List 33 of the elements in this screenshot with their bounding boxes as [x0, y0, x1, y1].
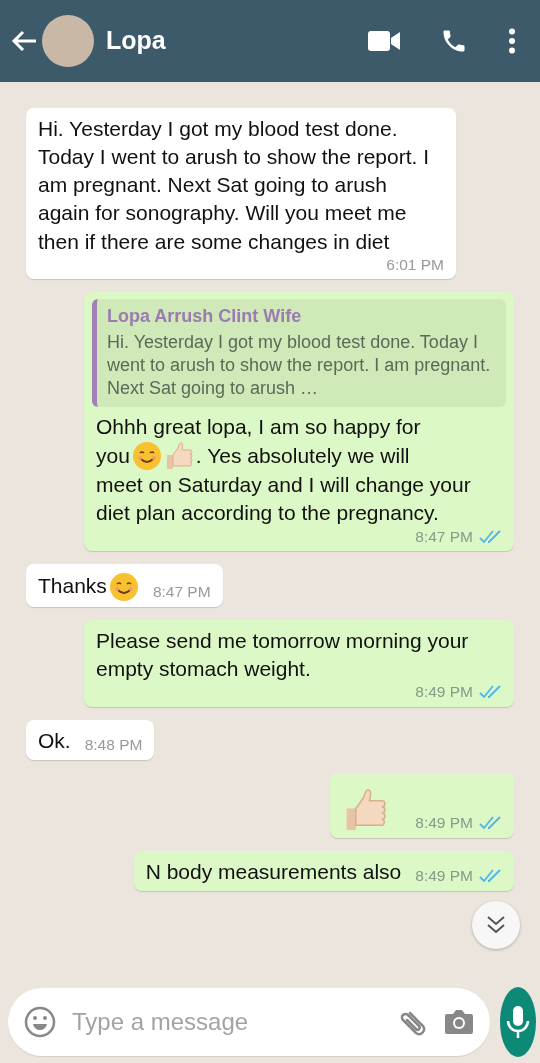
quoted-text: Hi. Yesterday I got my blood test done. Today I went to arush to show the report. I am pregnant. Next Sat going to arush …	[107, 331, 491, 399]
message-text: meet on Saturday and I will change your diet plan according to the pregnancy.	[96, 472, 472, 527]
message-input-field[interactable]: Type a message	[70, 1003, 384, 1041]
camera-icon[interactable]	[444, 1008, 474, 1036]
quoted-message[interactable]: Lopa Arrush Clint Wife Hi. Yesterday I got my blood test done. Today I went to arush to show the report. I am pregnant. Next Sat going to arush …	[92, 299, 506, 407]
contact-name[interactable]: Lopa	[106, 22, 166, 60]
message-text: you	[96, 443, 130, 470]
message-text: Thanks	[38, 573, 107, 600]
message-text: . Yes absolutely we will	[195, 443, 410, 470]
message-time: 8:48 PM	[84, 736, 143, 755]
message-time: 8:49 PM	[415, 814, 473, 833]
emoji-icon[interactable]	[24, 1006, 56, 1038]
message-text: Ok.	[38, 727, 71, 754]
message-text: Ohhh great lopa, I am so happy for	[96, 413, 421, 440]
message-time: 8:49 PM	[415, 682, 473, 702]
chevron-down-icon	[485, 914, 507, 936]
avatar-photo-placeholder[interactable]	[42, 15, 94, 67]
message-text: Hi. Yesterday I got my blood test done. Today I went to arush to show the report. I am pregnant. Next Sat going to arush again for sonography. Will you meet me then if there are some changes in diet	[38, 116, 431, 255]
back-arrow-icon[interactable]	[10, 29, 38, 53]
microphone-icon	[506, 1005, 530, 1039]
message-input-field[interactable]: Type a message	[8, 988, 490, 1056]
message-time: 8:47 PM	[415, 527, 473, 547]
smiling-face-icon	[131, 441, 162, 472]
message-text: Please send me tomorrow morning your empty stomach weight.	[96, 627, 470, 682]
more-options-icon[interactable]	[508, 28, 516, 54]
quoted-author: Lopa Arrush Clint Wife	[107, 305, 303, 329]
video-call-icon[interactable]	[368, 30, 400, 52]
scroll-down-button[interactable]	[472, 901, 520, 949]
message-text: N body measurements also	[145, 858, 402, 885]
smiling-face-icon	[108, 571, 139, 602]
message-time: 8:47 PM	[152, 583, 211, 602]
message-time: 8:49 PM	[415, 867, 473, 886]
message-time: 6:01 PM	[386, 255, 444, 275]
